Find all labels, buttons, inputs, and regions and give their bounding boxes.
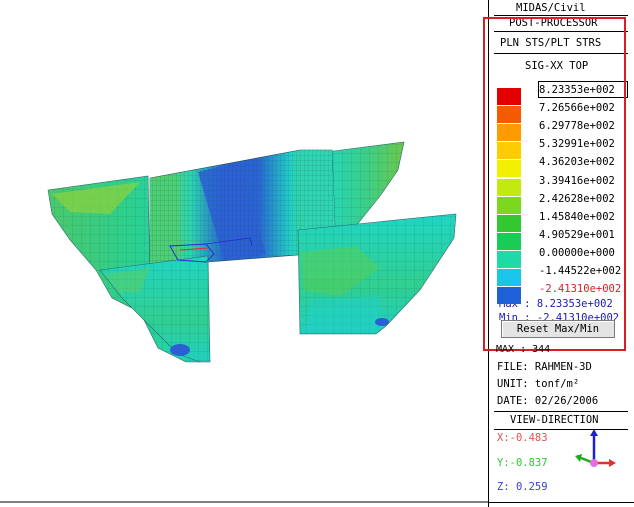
legend-swatch	[497, 269, 521, 286]
legend-value: -1.44522e+002	[539, 265, 622, 277]
legend-value: 5.32991e+002	[539, 138, 615, 151]
legend-value: 4.90529e+001	[539, 228, 615, 241]
result-type-rule	[494, 53, 628, 54]
legend-value: 4.36203e+002	[539, 156, 615, 169]
legend-swatch	[497, 106, 521, 124]
legend-value: 3.39416e+002	[539, 174, 615, 187]
x-axis-head	[609, 459, 616, 467]
view-direction-title: VIEW-DIRECTION	[510, 414, 599, 426]
legend-swatch	[497, 178, 521, 196]
legend-swatch	[497, 250, 521, 268]
view-x: X:-0.483	[497, 432, 548, 444]
mode-rule	[494, 31, 628, 32]
legend-min-text: Min : -2.41310e+002	[499, 312, 620, 320]
z-axis-head	[590, 429, 598, 436]
partial-info-line: MAX : 344	[496, 344, 551, 352]
legend-value: 1.45840e+002	[539, 210, 615, 223]
legend-swatch	[497, 196, 521, 214]
axis-triad-icon	[575, 429, 616, 467]
file-label: FILE: RAHMEN-3D	[497, 361, 592, 373]
reset-max-min-button[interactable]: Reset Max/Min	[501, 320, 615, 338]
model-viewport[interactable]	[0, 0, 488, 507]
legend-value: -2.41310e+002	[539, 283, 622, 296]
legend-value: 6.29778e+002	[539, 120, 615, 133]
y-axis-head	[575, 454, 582, 462]
axis-origin	[590, 459, 598, 467]
legend-swatch	[497, 287, 521, 305]
result-type-label: PLN STS/PLT STRS	[500, 37, 602, 49]
view-z: Z: 0.259	[497, 481, 548, 493]
program-title: MIDAS/Civil	[516, 2, 586, 14]
fem-model	[0, 141, 488, 503]
view-y: Y:-0.837	[497, 457, 548, 469]
legend-value: 8.23353e+002	[539, 84, 615, 96]
component-label: SIG-XX TOP	[525, 60, 589, 72]
legend-swatch	[497, 124, 521, 142]
legend-swatch	[497, 88, 521, 105]
legend-swatch	[497, 232, 521, 250]
legend-min: Min : -2.41310e+002	[499, 312, 619, 320]
legend-value: 0.00000e+000	[539, 246, 615, 259]
panel-bottom-rule	[489, 502, 634, 503]
legend-value: 2.42628e+002	[539, 192, 615, 205]
legend-swatch	[497, 142, 521, 160]
date-label: DATE: 02/26/2006	[497, 395, 599, 407]
unit-label: UNIT: tonf/m²	[497, 378, 580, 390]
header-rule	[494, 15, 628, 16]
mode-label: POST-PROCESSOR	[509, 17, 598, 29]
legend-swatch	[497, 214, 521, 232]
legend-value: 7.26566e+002	[539, 102, 615, 115]
legend-swatch	[497, 160, 521, 178]
info-rule	[494, 411, 628, 412]
